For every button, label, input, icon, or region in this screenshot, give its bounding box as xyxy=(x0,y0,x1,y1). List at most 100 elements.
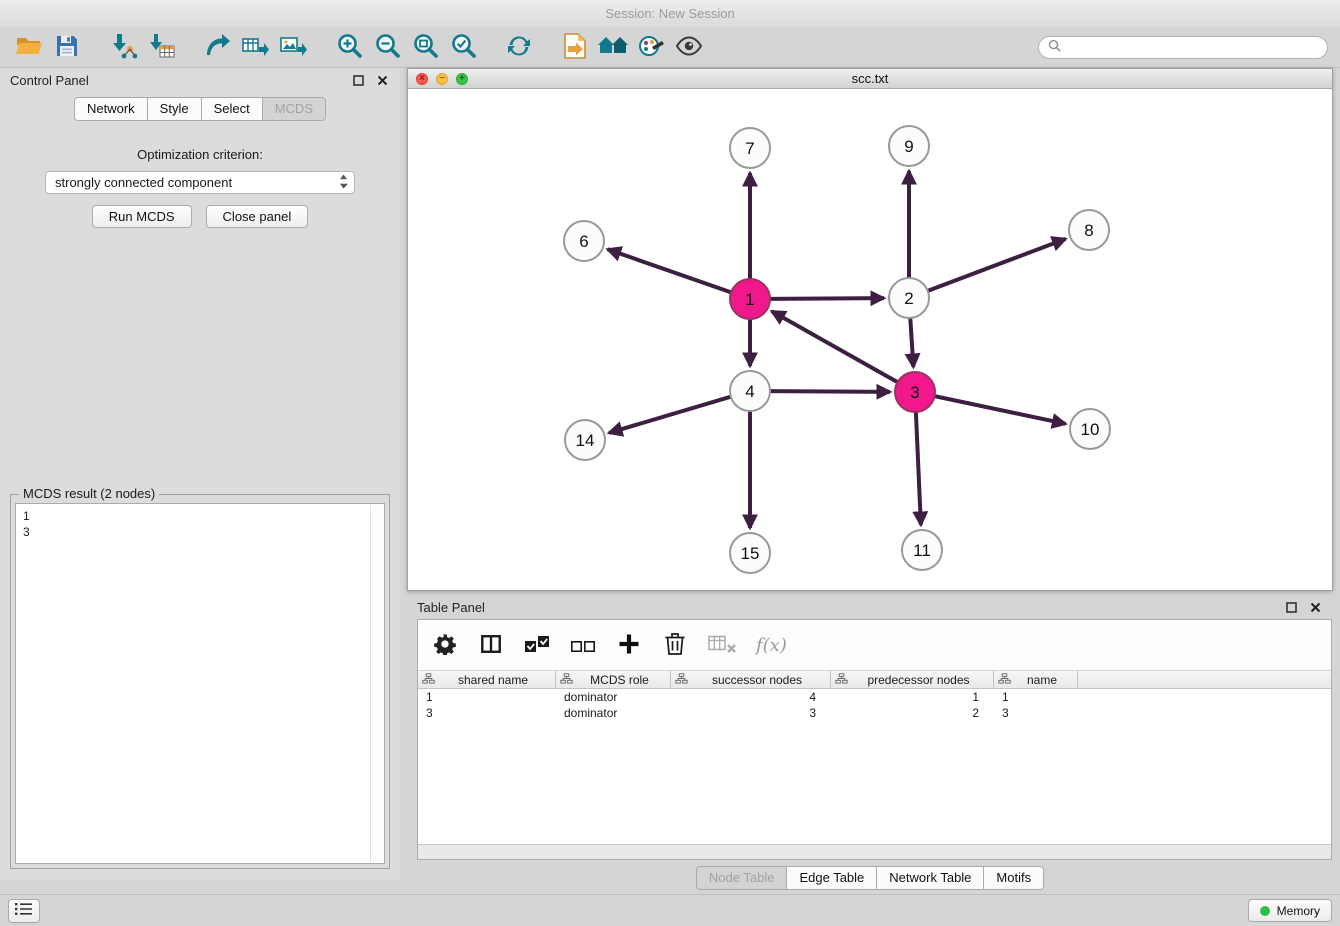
edge-2-8[interactable] xyxy=(928,239,1066,291)
edge-3-11[interactable] xyxy=(916,412,921,525)
column-type-icon xyxy=(675,673,688,687)
dropdown-arrows-icon xyxy=(339,174,348,192)
table-settings-button[interactable] xyxy=(432,632,458,658)
zoom-fit-button[interactable] xyxy=(408,31,442,63)
horizontal-scrollbar[interactable] xyxy=(418,844,1331,859)
node-label: 7 xyxy=(745,139,754,158)
function-builder-button[interactable]: f(x) xyxy=(756,632,787,658)
edge-2-3[interactable] xyxy=(910,318,913,367)
export-image-button[interactable] xyxy=(276,31,310,63)
column-header-label: name xyxy=(1011,673,1073,687)
node-1[interactable]: 1 xyxy=(730,279,770,319)
import-network-button[interactable] xyxy=(106,31,140,63)
show-panels-button[interactable] xyxy=(8,899,40,923)
minimize-window-icon[interactable]: − xyxy=(436,73,448,85)
refresh-layout-button[interactable] xyxy=(502,31,536,63)
node-14[interactable]: 14 xyxy=(565,420,605,460)
node-2[interactable]: 2 xyxy=(889,278,929,318)
save-session-button[interactable] xyxy=(50,31,84,63)
table-row[interactable]: 3dominator323 xyxy=(418,705,1331,721)
edge-4-14[interactable] xyxy=(609,397,731,433)
node-6[interactable]: 6 xyxy=(564,221,604,261)
node-9[interactable]: 9 xyxy=(889,126,929,166)
tab-network[interactable]: Network xyxy=(74,97,148,121)
node-10[interactable]: 10 xyxy=(1070,409,1110,449)
deselect-all-rows-button[interactable] xyxy=(570,632,596,658)
column-header-predecessor-nodes[interactable]: predecessor nodes xyxy=(831,671,994,688)
columns-icon xyxy=(480,633,502,658)
node-15[interactable]: 15 xyxy=(730,533,770,573)
tab-motifs[interactable]: Motifs xyxy=(983,866,1044,890)
snapshot-button[interactable] xyxy=(558,31,592,63)
delete-column-button[interactable] xyxy=(662,632,688,658)
edge-1-2[interactable] xyxy=(770,298,884,299)
close-panel-icon[interactable] xyxy=(374,72,390,88)
node-label: 9 xyxy=(904,137,913,156)
network-window-title-bar[interactable]: × − + scc.txt xyxy=(408,69,1332,89)
delete-table-button[interactable] xyxy=(708,632,736,658)
optimization-criterion-dropdown[interactable]: strongly connected component xyxy=(45,171,355,194)
column-header-shared-name[interactable]: shared name xyxy=(418,671,556,688)
close-panel-icon[interactable] xyxy=(1307,599,1323,615)
open-session-button[interactable] xyxy=(12,31,46,63)
table-cell: 1 xyxy=(994,689,1078,705)
search-input[interactable] xyxy=(1067,40,1318,54)
window-title-bar[interactable]: Session: New Session xyxy=(0,0,1340,27)
network-arrow-icon xyxy=(204,33,230,62)
export-table-button[interactable] xyxy=(238,31,272,63)
zoom-selected-button[interactable] xyxy=(446,31,480,63)
node-4[interactable]: 4 xyxy=(730,371,770,411)
close-window-icon[interactable]: × xyxy=(416,73,428,85)
edge-3-1[interactable] xyxy=(772,311,898,382)
import-table-button[interactable] xyxy=(144,31,178,63)
node-label: 3 xyxy=(910,383,919,402)
column-visibility-button[interactable] xyxy=(478,632,504,658)
network-canvas[interactable]: 7 9 6 8 1 2 4 3 14 10 15 11 xyxy=(408,89,1332,590)
tab-node-table[interactable]: Node Table xyxy=(696,866,788,890)
add-column-button[interactable] xyxy=(616,632,642,658)
table-cell: 3 xyxy=(671,705,831,721)
show-graphics-details-button[interactable] xyxy=(672,31,706,63)
node-8[interactable]: 8 xyxy=(1069,210,1109,250)
toolbar-buttons xyxy=(12,31,710,63)
result-scrollbar[interactable] xyxy=(370,505,383,862)
network-image-icon xyxy=(280,33,307,62)
window-controls: × − + xyxy=(416,73,468,85)
table-row[interactable]: 1dominator411 xyxy=(418,689,1331,705)
column-header-successor-nodes[interactable]: successor nodes xyxy=(671,671,831,688)
optimization-criterion-label: Optimization criterion: xyxy=(0,147,400,162)
node-3[interactable]: 3 xyxy=(895,372,935,412)
edge-3-10[interactable] xyxy=(935,396,1066,424)
run-mcds-button[interactable]: Run MCDS xyxy=(92,205,192,228)
tab-edge-table[interactable]: Edge Table xyxy=(786,866,877,890)
apply-style-button[interactable] xyxy=(634,31,668,63)
tab-network-table[interactable]: Network Table xyxy=(876,866,984,890)
mcds-result-text-area[interactable]: 13 xyxy=(15,503,385,864)
zoom-in-button[interactable] xyxy=(332,31,366,63)
table-cell: 4 xyxy=(671,689,831,705)
close-panel-button[interactable]: Close panel xyxy=(206,205,309,228)
edge-4-3[interactable] xyxy=(770,391,890,392)
float-panel-icon[interactable] xyxy=(350,72,366,88)
new-network-button[interactable] xyxy=(200,31,234,63)
tab-select[interactable]: Select xyxy=(201,97,263,121)
node-table-card: f(x) shared nameMCDS rolesuccessor nodes… xyxy=(417,619,1332,860)
home-button[interactable] xyxy=(596,31,630,63)
tab-style[interactable]: Style xyxy=(147,97,202,121)
memory-button[interactable]: Memory xyxy=(1248,899,1332,922)
network-graph[interactable]: 7 9 6 8 1 2 4 3 14 10 15 11 xyxy=(408,89,1332,590)
network-view-window: × − + scc.txt 7 9 6 8 1 2 4 3 14 10 15 11 xyxy=(407,68,1333,591)
table-cell: 3 xyxy=(418,705,556,721)
node-7[interactable]: 7 xyxy=(730,128,770,168)
tab-mcds[interactable]: MCDS xyxy=(262,97,326,121)
search-box[interactable] xyxy=(1038,36,1328,59)
dropdown-selected-value: strongly connected component xyxy=(55,175,339,190)
select-all-rows-button[interactable] xyxy=(524,632,550,658)
node-11[interactable]: 11 xyxy=(902,530,942,570)
zoom-out-button[interactable] xyxy=(370,31,404,63)
column-header-mcds-role[interactable]: MCDS role xyxy=(556,671,671,688)
edge-1-6[interactable] xyxy=(608,249,732,292)
column-header-name[interactable]: name xyxy=(994,671,1078,688)
zoom-window-icon[interactable]: + xyxy=(456,73,468,85)
float-panel-icon[interactable] xyxy=(1283,599,1299,615)
